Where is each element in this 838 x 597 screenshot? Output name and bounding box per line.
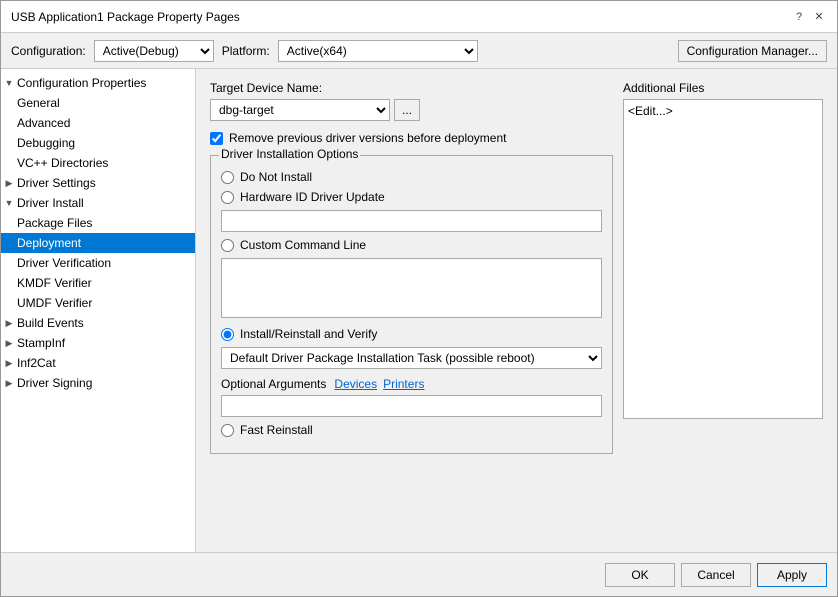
sidebar-label: VC++ Directories xyxy=(17,156,108,170)
radio-custom-cmd-label: Custom Command Line xyxy=(240,238,366,252)
expand-arrow: ▶ xyxy=(1,318,17,329)
radio-hardware-id[interactable] xyxy=(221,191,234,204)
sidebar-item-inf2cat[interactable]: ▶ Inf2Cat xyxy=(1,353,195,373)
sidebar-item-debugging[interactable]: Debugging xyxy=(1,133,195,153)
main-area: ▼ Configuration Properties General Advan… xyxy=(1,69,837,552)
sidebar-item-kmdf-verifier[interactable]: KMDF Verifier xyxy=(1,273,195,293)
sidebar-item-driver-signing[interactable]: ▶ Driver Signing xyxy=(1,373,195,393)
sidebar-item-package-files[interactable]: Package Files xyxy=(1,213,195,233)
sidebar-item-general[interactable]: General xyxy=(1,93,195,113)
config-manager-button[interactable]: Configuration Manager... xyxy=(678,40,827,62)
sidebar: ▼ Configuration Properties General Advan… xyxy=(1,69,196,552)
sidebar-label: Deployment xyxy=(17,236,81,250)
radio-hardware-id-row: Hardware ID Driver Update xyxy=(221,190,602,204)
custom-cmd-textarea[interactable] xyxy=(221,258,602,318)
right-panel: Additional Files <Edit...> xyxy=(623,81,823,464)
title-bar-controls: ? ✕ xyxy=(791,9,827,25)
expand-arrow: ▶ xyxy=(1,358,17,369)
expand-arrow: ▶ xyxy=(1,178,17,189)
config-label: Configuration: xyxy=(11,44,86,58)
cancel-button[interactable]: Cancel xyxy=(681,563,751,587)
radio-custom-cmd[interactable] xyxy=(221,239,234,252)
help-button[interactable]: ? xyxy=(791,9,807,25)
sidebar-item-deployment[interactable]: Deployment xyxy=(1,233,195,253)
sidebar-label: Driver Signing xyxy=(17,376,92,390)
radio-hardware-id-label: Hardware ID Driver Update xyxy=(240,190,385,204)
additional-files-value: <Edit...> xyxy=(628,104,673,118)
remove-previous-label: Remove previous driver versions before d… xyxy=(229,131,506,145)
platform-label: Platform: xyxy=(222,44,270,58)
radio-do-not-install-row: Do Not Install xyxy=(221,170,602,184)
hardware-id-input[interactable] xyxy=(221,210,602,232)
browse-button[interactable]: ... xyxy=(394,99,420,121)
content-panel: Target Device Name: dbg-target ... Remov… xyxy=(196,69,837,552)
radio-install-reinstall-row: Install/Reinstall and Verify xyxy=(221,327,602,341)
sidebar-item-driver-install[interactable]: ▼ Driver Install xyxy=(1,193,195,213)
content-split: Target Device Name: dbg-target ... Remov… xyxy=(210,81,823,464)
config-bar: Configuration: Active(Debug) Platform: A… xyxy=(1,33,837,69)
radio-do-not-install-label: Do Not Install xyxy=(240,170,312,184)
radio-install-reinstall-label: Install/Reinstall and Verify xyxy=(240,327,377,341)
install-task-select[interactable]: Default Driver Package Installation Task… xyxy=(221,347,602,369)
expand-arrow: ▼ xyxy=(1,198,17,208)
radio-fast-reinstall-row: Fast Reinstall xyxy=(221,423,602,437)
target-device-select[interactable]: dbg-target xyxy=(210,99,390,121)
target-device-row: dbg-target ... xyxy=(210,99,613,121)
sidebar-label: Debugging xyxy=(17,136,75,150)
sidebar-item-vcpp-dirs[interactable]: VC++ Directories xyxy=(1,153,195,173)
ok-button[interactable]: OK xyxy=(605,563,675,587)
sidebar-item-build-events[interactable]: ▶ Build Events xyxy=(1,313,195,333)
sidebar-item-stampinf[interactable]: ▶ StampInf xyxy=(1,333,195,353)
apply-button[interactable]: Apply xyxy=(757,563,827,587)
config-select[interactable]: Active(Debug) xyxy=(94,40,214,62)
group-title: Driver Installation Options xyxy=(219,147,360,161)
sidebar-item-driver-verification[interactable]: Driver Verification xyxy=(1,253,195,273)
additional-files-box[interactable]: <Edit...> xyxy=(623,99,823,419)
optional-args-label: Optional Arguments xyxy=(221,377,326,391)
sidebar-label: Driver Install xyxy=(17,196,84,210)
radio-fast-reinstall-label: Fast Reinstall xyxy=(240,423,313,437)
radio-do-not-install[interactable] xyxy=(221,171,234,184)
radio-install-reinstall[interactable] xyxy=(221,328,234,341)
sidebar-label: Configuration Properties xyxy=(17,76,146,90)
title-bar: USB Application1 Package Property Pages … xyxy=(1,1,837,33)
remove-previous-checkbox[interactable] xyxy=(210,132,223,145)
sidebar-label: UMDF Verifier xyxy=(17,296,92,310)
printers-link[interactable]: Printers xyxy=(383,377,424,391)
sidebar-label: Driver Verification xyxy=(17,256,111,270)
sidebar-item-umdf-verifier[interactable]: UMDF Verifier xyxy=(1,293,195,313)
left-panel: Target Device Name: dbg-target ... Remov… xyxy=(210,81,613,464)
remove-previous-row: Remove previous driver versions before d… xyxy=(210,131,613,145)
expand-arrow: ▼ xyxy=(1,78,17,88)
sidebar-item-config-properties[interactable]: ▼ Configuration Properties xyxy=(1,73,195,93)
sidebar-label: Driver Settings xyxy=(17,176,96,190)
sidebar-item-advanced[interactable]: Advanced xyxy=(1,113,195,133)
dialog-title: USB Application1 Package Property Pages xyxy=(11,10,240,24)
driver-install-group: Driver Installation Options Do Not Insta… xyxy=(210,155,613,454)
additional-files-label: Additional Files xyxy=(623,81,823,95)
expand-arrow: ▶ xyxy=(1,378,17,389)
sidebar-label: Inf2Cat xyxy=(17,356,56,370)
platform-select[interactable]: Active(x64) xyxy=(278,40,478,62)
optional-args-row: Optional Arguments Devices Printers xyxy=(221,377,602,391)
sidebar-label: KMDF Verifier xyxy=(17,276,92,290)
target-device-label: Target Device Name: xyxy=(210,81,613,95)
expand-arrow: ▶ xyxy=(1,338,17,349)
sidebar-label: Advanced xyxy=(17,116,70,130)
sidebar-label: StampInf xyxy=(17,336,65,350)
devices-link[interactable]: Devices xyxy=(334,377,377,391)
radio-fast-reinstall[interactable] xyxy=(221,424,234,437)
bottom-bar: OK Cancel Apply xyxy=(1,552,837,596)
install-task-row: Default Driver Package Installation Task… xyxy=(221,347,602,369)
sidebar-label: General xyxy=(17,96,60,110)
sidebar-label: Build Events xyxy=(17,316,84,330)
close-button[interactable]: ✕ xyxy=(811,9,827,25)
sidebar-item-driver-settings[interactable]: ▶ Driver Settings xyxy=(1,173,195,193)
radio-custom-cmd-row: Custom Command Line xyxy=(221,238,602,252)
dialog: USB Application1 Package Property Pages … xyxy=(0,0,838,597)
optional-args-input[interactable] xyxy=(221,395,602,417)
sidebar-label: Package Files xyxy=(17,216,92,230)
